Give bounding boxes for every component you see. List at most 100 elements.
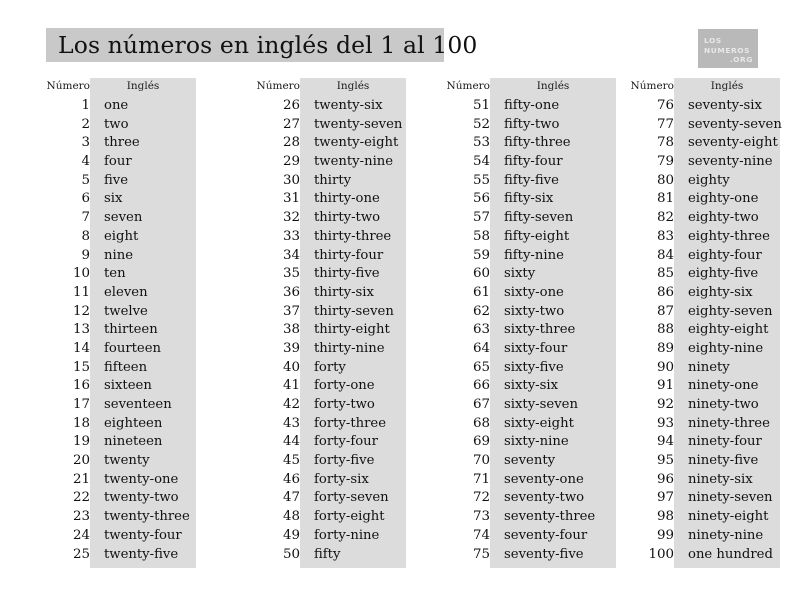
site-logo: LOS NUMEROS .ORG: [698, 29, 758, 68]
cell-english-word: thirty: [314, 172, 352, 188]
cell-number: 80: [656, 172, 674, 188]
numero-column: Número 1 2 3 4 5 6 7 8 9 10 11 12 13 14 15 16 17 18 19 20 21 2…: [12, 78, 90, 564]
cell-english-word: thirty-six: [314, 284, 374, 300]
cell-english-word: forty-five: [314, 453, 375, 469]
cell-number: 43: [282, 415, 300, 431]
cell-number: 75: [472, 546, 490, 562]
cell-english-word: forty-three: [314, 415, 387, 431]
header-numero: Número: [46, 80, 90, 92]
cell-number: 18: [72, 415, 90, 431]
cell-english-word: seventy-seven: [688, 116, 782, 132]
header-ingles: Inglés: [126, 80, 160, 92]
cell-number: 98: [656, 509, 674, 525]
cell-english-word: eleven: [104, 284, 148, 300]
number-column-group-1: Número 1 2 3 4 5 6 7 8 9 10 11 12 13 14 15 16 17 18 19 20 21 2…: [12, 78, 196, 572]
cell-number: 23: [72, 509, 90, 525]
cell-english-word: fifteen: [104, 359, 148, 375]
logo-line-3: .ORG: [729, 55, 753, 65]
page-title: Los números en inglés del 1 al 100: [58, 31, 478, 59]
cell-english-word: ninety-four: [688, 434, 762, 450]
cell-number: 26: [282, 98, 300, 113]
cell-number: 86: [656, 284, 674, 300]
cell-number: 66: [472, 378, 490, 394]
cell-number: 90: [656, 359, 674, 375]
cell-english-word: sixteen: [104, 378, 152, 394]
cell-english-word: forty-two: [314, 397, 375, 412]
cell-english-word: ten: [104, 266, 126, 282]
cell-english-word: thirty-four: [314, 247, 384, 263]
cell-english-word: eighty-five: [688, 266, 759, 282]
ingles-column: Inglés twenty-six twenty-seven twenty-eight…: [300, 78, 406, 564]
header-numero: Número: [256, 80, 300, 92]
cell-number: 97: [656, 490, 674, 506]
cell-number: 40: [282, 359, 300, 375]
cell-number: 93: [656, 415, 674, 431]
cell-number: 64: [472, 340, 490, 356]
cell-english-word: ninety: [688, 359, 730, 375]
cell-number: 16: [72, 378, 90, 394]
cell-number: 92: [656, 397, 674, 412]
cell-number: 4: [81, 154, 90, 170]
cell-number: 13: [72, 322, 90, 338]
cell-number: 89: [656, 340, 674, 356]
header-ingles: Inglés: [336, 80, 370, 92]
number-column-group-3: Número 51 52 53 54 55 56 57 58 59 60 61 62 63 64 65 66 67…: [440, 78, 616, 572]
cell-english-word: twenty-two: [104, 490, 179, 506]
cell-english-word: eighty-six: [688, 284, 753, 300]
cell-number: 35: [282, 266, 300, 282]
cell-english-word: twenty-one: [104, 471, 179, 487]
ingles-column: Inglés one two three four five six seven eight ni…: [90, 78, 196, 564]
cell-english-word: six: [104, 191, 123, 207]
cell-number: 61: [472, 284, 490, 300]
cell-number: 56: [472, 191, 490, 207]
logo-line-1: LOS: [704, 36, 722, 45]
header-numero: Número: [630, 80, 674, 92]
cell-number: 25: [72, 546, 90, 562]
cell-number: 48: [282, 509, 300, 525]
cell-english-word: eighty-nine: [688, 340, 764, 356]
cell-english-word: ninety-five: [688, 453, 759, 469]
cell-number: 96: [656, 471, 674, 487]
cell-number: 24: [72, 527, 90, 543]
cell-english-word: thirty-nine: [314, 340, 385, 356]
cell-english-word: twenty-four: [104, 527, 182, 543]
cell-number: 95: [656, 453, 674, 469]
cell-number: 8: [81, 228, 90, 244]
cell-number: 82: [656, 210, 674, 226]
cell-number: 14: [72, 340, 90, 356]
cell-english-word: twenty-six: [314, 98, 383, 113]
number-column-group-2: Número 26 27 28 29 30 31 32 33 34 35 36 37 38 39 40 41 42…: [222, 78, 406, 572]
cell-english-word: forty-nine: [314, 527, 380, 543]
cell-number: 87: [656, 303, 674, 319]
cell-english-word: forty-four: [314, 434, 378, 450]
cell-english-word: forty-six: [314, 471, 369, 487]
cell-english-word: fourteen: [104, 340, 162, 356]
cell-number: 22: [72, 490, 90, 506]
cell-number: 71: [472, 471, 490, 487]
cell-number: 79: [656, 154, 674, 170]
logo-line-2: NUMEROS: [704, 45, 751, 55]
cell-english-word: nine: [104, 247, 134, 263]
cell-english-word: two: [104, 116, 129, 132]
cell-number: 41: [282, 378, 300, 394]
cell-number: 78: [656, 135, 674, 151]
cell-english-word: ninety-three: [688, 415, 770, 431]
cell-english-word: thirteen: [104, 322, 158, 338]
cell-number: 6: [81, 191, 90, 207]
cell-number: 28: [282, 135, 300, 151]
cell-number: 36: [282, 284, 300, 300]
cell-number: 20: [72, 453, 90, 469]
cell-number: 54: [472, 154, 490, 170]
cell-number: 58: [472, 228, 490, 244]
cell-english-word: twenty-three: [104, 509, 190, 525]
cell-english-word: eighty-three: [688, 228, 770, 244]
header-ingles: Inglés: [710, 80, 744, 92]
cell-english-word: eighty-eight: [688, 322, 769, 338]
cell-number: 12: [72, 303, 90, 319]
cell-english-word: seventy-nine: [688, 154, 773, 170]
numbers-reference-sheet: Los números en inglés del 1 al 100 LOS N…: [0, 0, 792, 612]
cell-number: 21: [72, 471, 90, 487]
cell-number: 51: [472, 98, 490, 113]
cell-number: 42: [282, 397, 300, 412]
cell-number: 85: [656, 266, 674, 282]
